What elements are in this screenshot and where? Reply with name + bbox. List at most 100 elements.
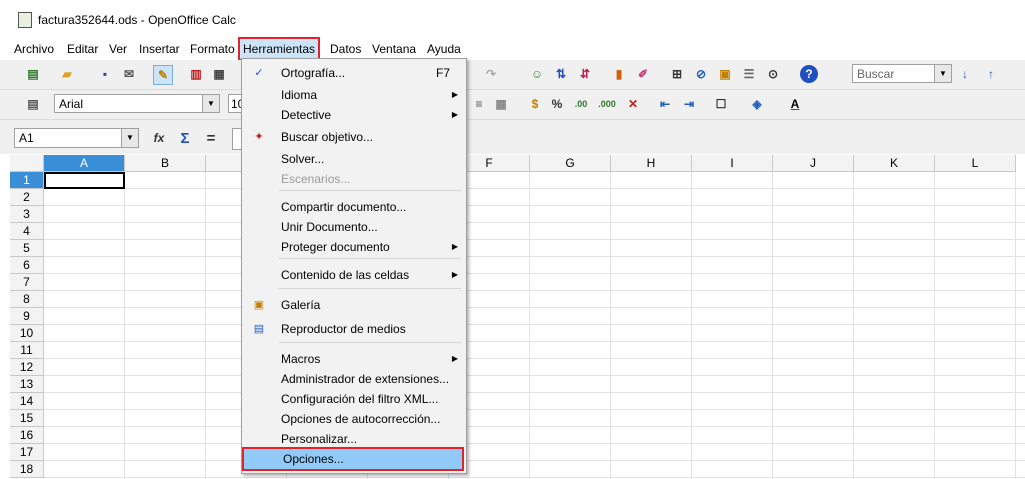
redo-icon[interactable]: ↷ (482, 65, 500, 83)
borders-icon[interactable]: ☐ (712, 95, 730, 113)
menu-item[interactable]: Administrador de extensiones... (242, 369, 466, 389)
row-header[interactable]: 1 (10, 172, 44, 189)
spreadsheet-grid[interactable]: ABCDEFGHIJKL123456789101112131415161718 (10, 155, 1025, 479)
goal-seek-icon: ✦ (254, 131, 264, 143)
navigator-compass-icon[interactable]: ⊘ (692, 65, 710, 83)
navigator-icon[interactable]: ☺ (528, 65, 546, 83)
row-header[interactable]: 9 (10, 308, 44, 325)
chart-icon[interactable]: ▮ (610, 65, 628, 83)
menu-ayuda[interactable]: Ayuda (424, 40, 464, 58)
standard-format-icon[interactable]: .000 (598, 95, 616, 113)
increase-indent-icon[interactable]: ⇥ (680, 95, 698, 113)
column-header[interactable]: L (935, 155, 1016, 172)
currency-icon[interactable]: $ (526, 95, 544, 113)
menu-item[interactable]: Solver... (242, 149, 466, 169)
menu-item[interactable]: Personalizar... (242, 429, 466, 449)
sum-icon[interactable]: Σ (176, 129, 194, 147)
font-color-icon[interactable]: A (786, 95, 804, 113)
zoom-icon[interactable]: ⊙ (764, 65, 782, 83)
row-header[interactable]: 4 (10, 223, 44, 240)
draw-functions-icon[interactable]: ✐ (634, 65, 652, 83)
delete-decimal-icon[interactable]: ✕ (624, 95, 642, 113)
menu-editar[interactable]: Editar (64, 40, 101, 58)
menu-ver[interactable]: Ver (106, 40, 130, 58)
chevron-down-icon[interactable]: ▼ (202, 95, 219, 112)
find-next-icon[interactable]: ↓ (956, 65, 974, 83)
active-cell-cursor[interactable] (44, 172, 125, 189)
menu-item[interactable]: Configuración del filtro XML... (242, 389, 466, 409)
new-document-icon[interactable]: ▤ (24, 65, 42, 83)
row-header[interactable]: 16 (10, 427, 44, 444)
menu-item[interactable]: ✦ Buscar objetivo... (242, 127, 466, 147)
row-header[interactable]: 13 (10, 376, 44, 393)
column-header[interactable]: A (44, 155, 125, 172)
menu-item[interactable]: ✓ Ortografía... F7 (242, 63, 466, 83)
align-justify-icon[interactable]: ≡ (470, 95, 488, 113)
sort-descending-icon[interactable]: ⇵ (576, 65, 594, 83)
menu-insertar[interactable]: Insertar (136, 40, 183, 58)
chevron-down-icon[interactable]: ▼ (934, 65, 951, 82)
menu-item[interactable]: Compartir documento... (242, 197, 466, 217)
menu-item[interactable]: Idioma ▶ (242, 85, 466, 105)
row-header[interactable]: 2 (10, 189, 44, 206)
window-title: factura352644.ods - OpenOffice Calc (38, 13, 236, 27)
percent-icon[interactable]: % (548, 95, 566, 113)
menu-item[interactable]: ▤ Reproductor de medios (242, 319, 466, 339)
column-header[interactable]: B (125, 155, 206, 172)
row-header[interactable]: 11 (10, 342, 44, 359)
email-icon[interactable]: ✉ (120, 65, 138, 83)
row-header[interactable]: 8 (10, 291, 44, 308)
row-header[interactable]: 7 (10, 274, 44, 291)
background-color-icon[interactable]: ◈ (748, 95, 766, 113)
sort-ascending-icon[interactable]: ⇅ (552, 65, 570, 83)
edit-mode-icon[interactable]: ✎ (153, 65, 173, 85)
column-header[interactable]: K (854, 155, 935, 172)
menu-archivo[interactable]: Archivo (11, 40, 57, 58)
row-header[interactable]: 3 (10, 206, 44, 223)
name-box[interactable]: A1 ▼ (14, 128, 139, 148)
font-size-box[interactable]: 10 (228, 94, 244, 113)
find-replace-icon[interactable]: ⊞ (668, 65, 686, 83)
menu-item[interactable]: Contenido de las celdas ▶ (242, 265, 466, 285)
row-header[interactable]: 15 (10, 410, 44, 427)
font-name-box[interactable]: Arial ▼ (54, 94, 220, 113)
column-header[interactable]: J (773, 155, 854, 172)
print-icon[interactable]: ▦ (210, 65, 228, 83)
decrease-indent-icon[interactable]: ⇤ (656, 95, 674, 113)
row-header[interactable]: 6 (10, 257, 44, 274)
function-equals-icon[interactable]: = (202, 129, 220, 147)
menu-item[interactable]: Unir Documento... (242, 217, 466, 237)
menu-ventana[interactable]: Ventana (369, 40, 419, 58)
menu-formato[interactable]: Formato (187, 40, 238, 58)
menu-item[interactable]: Macros ▶ (242, 349, 466, 369)
export-pdf-icon[interactable]: ▥ (187, 65, 205, 83)
row-header[interactable]: 17 (10, 444, 44, 461)
column-header[interactable]: H (611, 155, 692, 172)
search-field[interactable]: Buscar ▼ (852, 64, 952, 83)
open-folder-icon[interactable]: ▰ (58, 65, 76, 83)
help-icon[interactable]: ? (800, 65, 818, 83)
gallery-toolbar-icon[interactable]: ▣ (716, 65, 734, 83)
styles-icon[interactable]: ▤ (24, 95, 42, 113)
function-wizard-icon[interactable]: fx (150, 129, 168, 147)
data-sources-icon[interactable]: ☰ (740, 65, 758, 83)
row-header[interactable]: 10 (10, 325, 44, 342)
column-header[interactable]: I (692, 155, 773, 172)
column-header[interactable]: G (530, 155, 611, 172)
row-header[interactable]: 5 (10, 240, 44, 257)
row-header[interactable]: 14 (10, 393, 44, 410)
menu-item[interactable]: Opciones... (242, 447, 464, 471)
row-header[interactable]: 18 (10, 461, 44, 478)
menu-item[interactable]: ▣ Galería (242, 295, 466, 315)
menu-datos[interactable]: Datos (327, 40, 364, 58)
save-icon[interactable]: ▪ (96, 65, 114, 83)
menu-item[interactable]: Detective ▶ (242, 105, 466, 125)
select-all-corner[interactable] (10, 155, 44, 172)
row-header[interactable]: 12 (10, 359, 44, 376)
menu-item[interactable]: Opciones de autocorrección... (242, 409, 466, 429)
find-previous-icon[interactable]: ↑ (982, 65, 1000, 83)
add-decimal-icon[interactable]: .00 (572, 95, 590, 113)
chevron-down-icon[interactable]: ▼ (121, 129, 138, 147)
merge-cells-icon[interactable]: ▦ (492, 95, 510, 113)
menu-item[interactable]: Proteger documento ▶ (242, 237, 466, 257)
